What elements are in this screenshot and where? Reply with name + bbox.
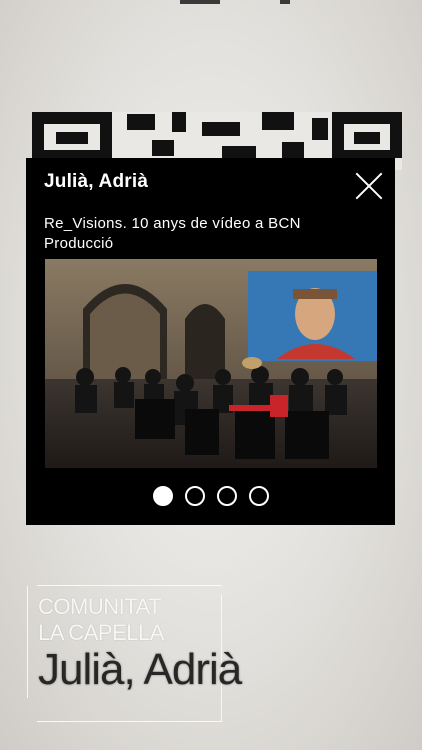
close-icon[interactable] bbox=[355, 172, 383, 200]
poster-border-top bbox=[37, 585, 222, 586]
ar-info-card: Julià, Adrià Re_Visions. 10 anys de víde… bbox=[26, 158, 395, 525]
pagination-dot-3[interactable] bbox=[216, 486, 237, 506]
card-subtitle: Re_Visions. 10 anys de vídeo a BCN Produ… bbox=[44, 215, 301, 252]
exhibition-poster: COMUNITAT LA CAPELLA Julià, Adrià bbox=[27, 585, 242, 722]
poster-line-1: COMUNITAT bbox=[38, 594, 162, 619]
image-icon bbox=[45, 259, 377, 468]
partial-top-text bbox=[180, 0, 290, 6]
carousel-pagination bbox=[26, 486, 395, 510]
poster-border-left bbox=[27, 586, 28, 698]
poster-line-2: LA CAPELLA bbox=[38, 620, 164, 645]
pagination-dot-4[interactable] bbox=[248, 486, 269, 506]
photo-carousel-image[interactable] bbox=[45, 259, 377, 468]
pagination-dot-1[interactable] bbox=[152, 486, 173, 506]
card-title: Julià, Adrià bbox=[44, 171, 149, 192]
poster-artist-name: Julià, Adrià bbox=[38, 645, 242, 694]
pagination-dot-2[interactable] bbox=[184, 486, 205, 506]
poster-border-bottom bbox=[37, 721, 222, 722]
